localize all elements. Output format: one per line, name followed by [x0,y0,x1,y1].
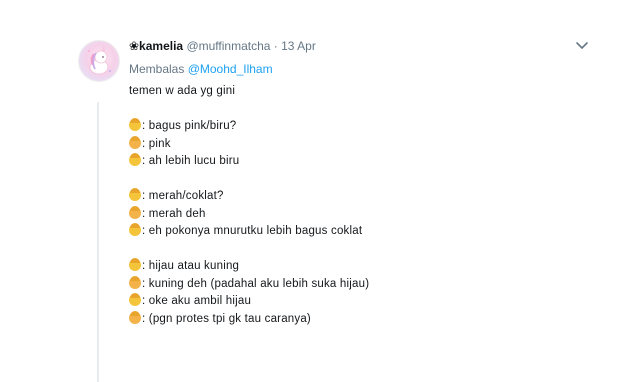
dialog-line: : bagus pink/biru? [129,118,589,136]
text-line: temen w ada yg gini [129,85,236,97]
person-emoji-icon [129,258,141,271]
avatar[interactable] [78,40,120,82]
dialog-text: : merah/coklat? [142,190,224,202]
dialog-text: : eh pokonya mnurutku lebih bagus coklat [142,225,363,237]
display-name[interactable]: ❀kamelia [129,39,183,53]
thread-line [97,102,99,382]
person-emoji-icon [129,205,141,219]
dialog-line: : kuning deh (padahal aku lebih suka hij… [129,275,589,294]
tweet[interactable]: ❀kamelia @muffinmatcha · 13 Apr Membalas… [78,36,598,382]
person-emoji-icon [129,223,141,236]
dialog-text: : (pgn protes tpi gk tau caranya) [142,312,311,325]
dialog-text: : bagus pink/biru? [142,120,237,132]
dialog-line: : oke aku ambil hijau [129,293,589,311]
dialog-line: : eh pokonya mnurutku lebih bagus coklat [129,223,589,241]
tweet-header: ❀kamelia @muffinmatcha · 13 Apr [129,36,589,56]
chevron-down-icon[interactable] [575,40,589,52]
person-emoji-icon [129,275,141,289]
dialog-text: : kuning deh (padahal aku lebih suka hij… [142,277,370,290]
person-emoji-icon [129,135,141,149]
reply-context: Membalas @Moohd_Ilham [129,60,589,78]
reply-prefix: Membalas [129,62,185,76]
dialog-text: : merah deh [142,207,206,220]
reply-mention-link[interactable]: @Moohd_Ilham [188,62,273,76]
person-emoji-icon [129,310,141,324]
avatar-unicorn-icon [88,45,112,75]
person-emoji-icon [129,153,141,166]
dialog-line: : (pgn protes tpi gk tau caranya) [129,310,589,329]
dialog-line: : hijau atau kuning [129,258,589,276]
separator-dot: · [273,39,278,53]
dialog-text: : oke aku ambil hijau [142,295,252,307]
dialog-line: : pink [129,135,589,154]
tweet-timestamp[interactable]: 13 Apr [281,39,316,53]
tweet-content: ❀kamelia @muffinmatcha · 13 Apr Membalas… [129,36,589,328]
dialog-text: : pink [142,137,171,150]
dialog-text: : hijau atau kuning [142,260,240,272]
person-emoji-icon [129,188,141,201]
user-handle[interactable]: @muffinmatcha [186,39,270,53]
tweet-text: temen w ada yg gini : bagus pink/biru? :… [129,83,589,328]
person-emoji-icon [129,118,141,131]
dialog-line: : merah/coklat? [129,188,589,206]
person-emoji-icon [129,293,141,306]
dialog-line: : ah lebih lucu biru [129,153,589,171]
dialog-text: : ah lebih lucu biru [142,155,240,167]
dialog-line: : merah deh [129,205,589,224]
